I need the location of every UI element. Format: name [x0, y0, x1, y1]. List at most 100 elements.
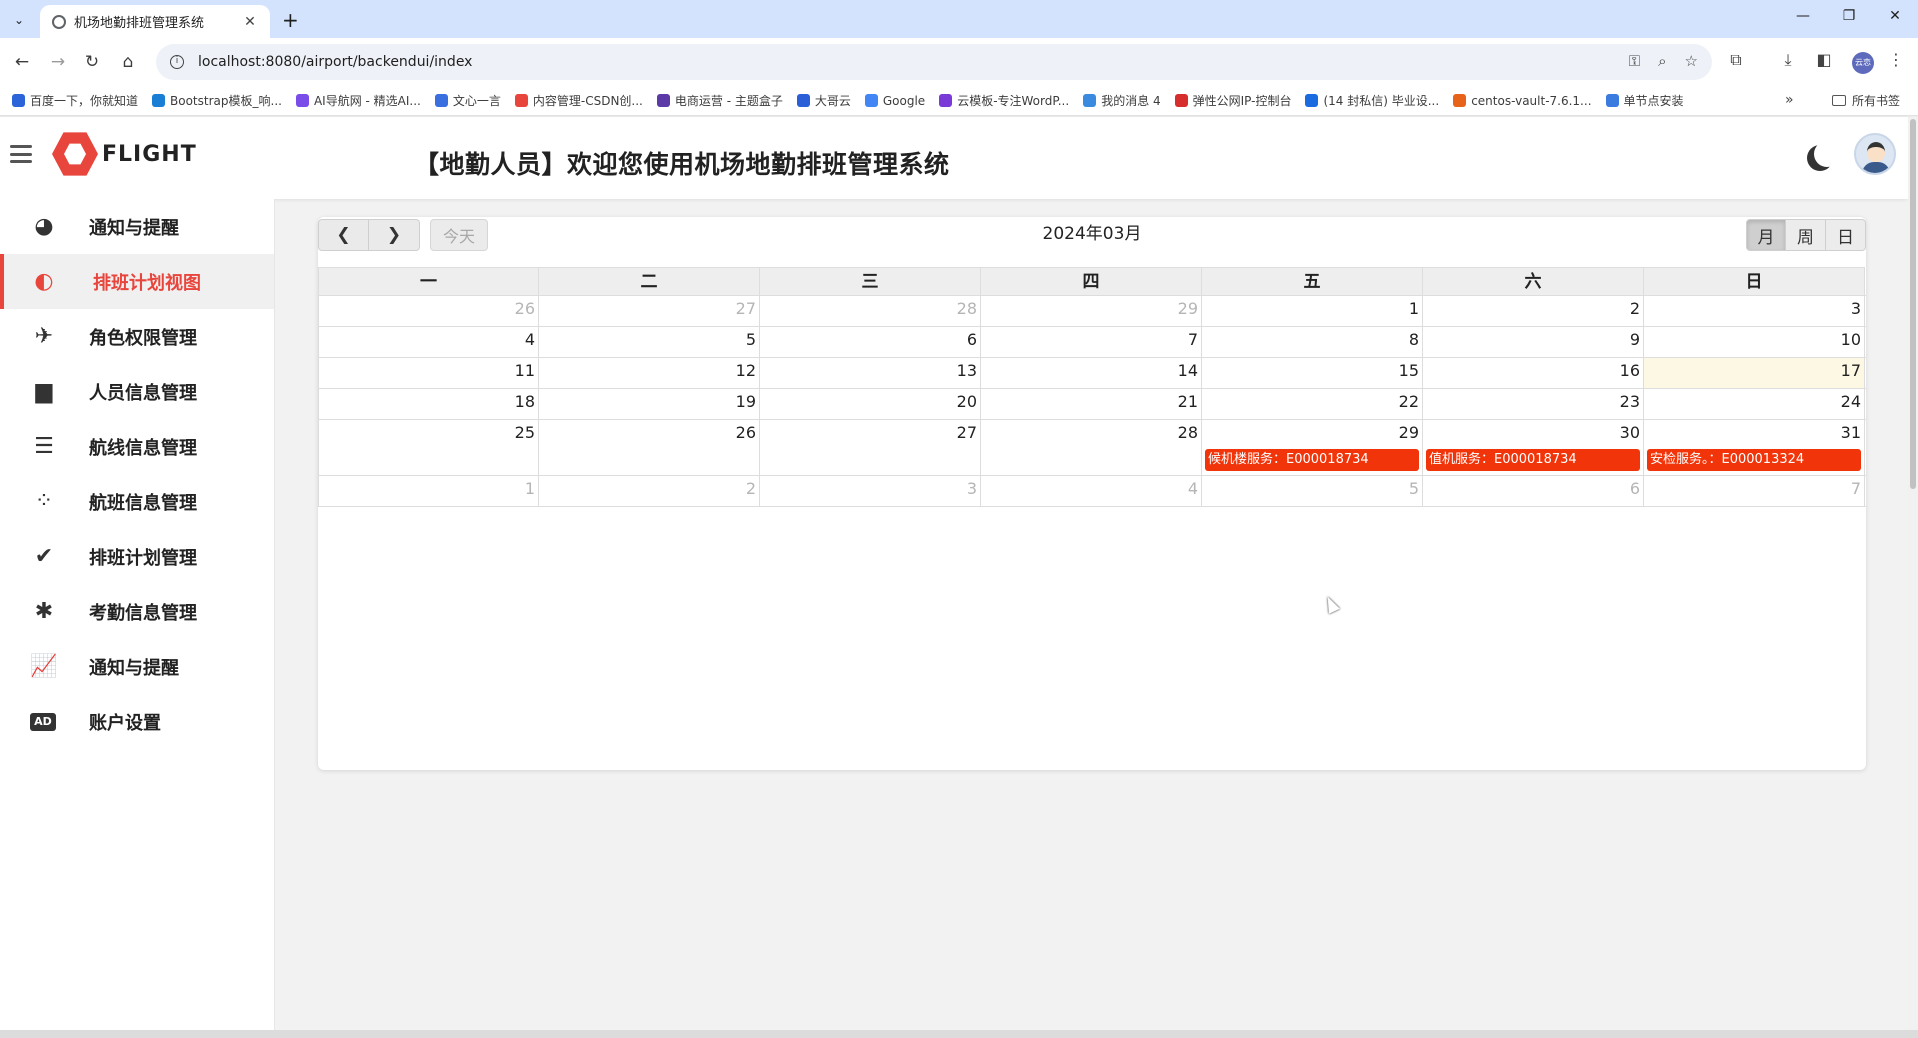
dark-mode-moon-icon[interactable]	[1814, 141, 1840, 167]
sidebar-item[interactable]: ◐ 排班计划视图	[0, 254, 274, 309]
minimize-icon[interactable]: —	[1788, 8, 1818, 24]
day-number[interactable]: 31	[1841, 423, 1861, 442]
day-number[interactable]: 28	[957, 299, 977, 318]
day-number[interactable]: 20	[957, 392, 977, 411]
day-number[interactable]: 7	[1851, 479, 1861, 498]
day-cell[interactable]: 29	[981, 296, 1202, 326]
bookmark-item[interactable]: 内容管理-CSDN创...	[514, 92, 643, 109]
today-button[interactable]: 今天	[430, 219, 488, 251]
day-number[interactable]: 5	[1409, 479, 1419, 498]
day-number[interactable]: 11	[515, 361, 535, 380]
view-day-button[interactable]: 日	[1826, 219, 1866, 251]
day-number[interactable]: 27	[957, 423, 977, 442]
schedule-event[interactable]: 候机楼服务：E000018734	[1205, 449, 1419, 471]
sidebar-item[interactable]: ▆ 人员信息管理	[0, 364, 274, 419]
day-cell[interactable]: 4	[318, 327, 539, 357]
day-number[interactable]: 4	[525, 330, 535, 349]
day-cell[interactable]: 14	[981, 358, 1202, 388]
restore-icon[interactable]: ❐	[1834, 8, 1864, 24]
day-cell[interactable]: 23	[1423, 389, 1644, 419]
day-number[interactable]: 15	[1399, 361, 1419, 380]
view-month-button[interactable]: 月	[1746, 219, 1786, 251]
day-number[interactable]: 5	[746, 330, 756, 349]
bookmark-item[interactable]: AI导航网 - 精选AI...	[295, 92, 421, 109]
day-number[interactable]: 16	[1620, 361, 1640, 380]
day-cell[interactable]: 12	[539, 358, 760, 388]
day-cell[interactable]: 9	[1423, 327, 1644, 357]
prev-month-button[interactable]: ❮	[318, 219, 369, 251]
day-number[interactable]: 13	[957, 361, 977, 380]
day-cell[interactable]: 15	[1202, 358, 1423, 388]
sidebar-item[interactable]: ◕ 通知与提醒	[0, 199, 274, 254]
browser-tab[interactable]: 机场地勤排班管理系统 ✕	[40, 5, 270, 38]
schedule-event[interactable]: 安检服务。：E000013324	[1647, 449, 1861, 471]
bookmark-item[interactable]: 文心一言	[434, 92, 501, 109]
day-cell[interactable]: 7	[981, 327, 1202, 357]
sidebar-item[interactable]: AD 账户设置	[0, 694, 274, 749]
site-info-icon[interactable]: i	[170, 55, 184, 69]
day-number[interactable]: 25	[515, 423, 535, 442]
day-number[interactable]: 2	[1630, 299, 1640, 318]
day-cell[interactable]: 24	[1644, 389, 1865, 419]
home-icon[interactable]: ⌂	[116, 50, 140, 74]
day-cell[interactable]: 30 值机服务：E000018734	[1423, 420, 1644, 475]
bookmark-item[interactable]: 云模板-专注WordP...	[939, 92, 1069, 109]
sidebar-item[interactable]: ✈ 角色权限管理	[0, 309, 274, 364]
back-icon[interactable]: ←	[10, 50, 34, 74]
day-number[interactable]: 12	[736, 361, 756, 380]
bookmarks-overflow-icon[interactable]: »	[1785, 92, 1794, 108]
scroll-thumb[interactable]	[1910, 119, 1916, 489]
all-bookmarks-button[interactable]: 所有书签	[1832, 92, 1900, 109]
bookmark-item[interactable]: Google	[864, 94, 925, 108]
user-avatar[interactable]	[1854, 133, 1896, 175]
sidebar-item[interactable]: ☰ 航线信息管理	[0, 419, 274, 474]
close-tab-icon[interactable]: ✕	[242, 14, 258, 30]
day-cell[interactable]: 31 安检服务。：E000013324	[1644, 420, 1865, 475]
day-number[interactable]: 26	[736, 423, 756, 442]
day-cell[interactable]: 3	[1644, 296, 1865, 326]
day-cell[interactable]: 11	[318, 358, 539, 388]
day-number[interactable]: 28	[1178, 423, 1198, 442]
bookmark-item[interactable]: (14 封私信) 毕业设...	[1305, 92, 1439, 109]
day-cell[interactable]: 25	[318, 420, 539, 475]
day-cell[interactable]: 3	[760, 476, 981, 506]
sidebar-item[interactable]: ✱ 考勤信息管理	[0, 584, 274, 639]
sidebar-item[interactable]: 📈 通知与提醒	[0, 639, 274, 694]
page-scrollbar[interactable]	[1908, 117, 1918, 1030]
day-number[interactable]: 7	[1188, 330, 1198, 349]
day-cell[interactable]: 6	[1423, 476, 1644, 506]
day-cell[interactable]: 10	[1644, 327, 1865, 357]
zoom-icon[interactable]: ⌕	[1658, 52, 1666, 70]
day-number[interactable]: 6	[1630, 479, 1640, 498]
extensions-icon[interactable]: ⧉	[1724, 50, 1748, 70]
day-number[interactable]: 10	[1841, 330, 1861, 349]
next-month-button[interactable]: ❯	[369, 219, 420, 251]
day-cell[interactable]: 18	[318, 389, 539, 419]
day-number[interactable]: 19	[736, 392, 756, 411]
day-number[interactable]: 8	[1409, 330, 1419, 349]
day-cell[interactable]: 20	[760, 389, 981, 419]
day-number[interactable]: 21	[1178, 392, 1198, 411]
day-number[interactable]: 29	[1399, 423, 1419, 442]
day-number[interactable]: 6	[967, 330, 977, 349]
day-cell[interactable]: 19	[539, 389, 760, 419]
bookmark-item[interactable]: Bootstrap模板_响...	[152, 92, 282, 109]
bookmark-item[interactable]: 百度一下，你就知道	[12, 92, 138, 109]
day-number[interactable]: 27	[736, 299, 756, 318]
day-number[interactable]: 3	[967, 479, 977, 498]
day-number[interactable]: 22	[1399, 392, 1419, 411]
reload-icon[interactable]: ↻	[80, 50, 104, 74]
hamburger-menu-icon[interactable]	[10, 145, 32, 163]
day-number[interactable]: 24	[1841, 392, 1861, 411]
day-cell[interactable]: 1	[1202, 296, 1423, 326]
star-icon[interactable]: ☆	[1685, 52, 1698, 70]
menu-kebab-icon[interactable]: ⋮	[1884, 50, 1908, 69]
close-window-icon[interactable]: ✕	[1880, 8, 1910, 24]
day-cell[interactable]: 6	[760, 327, 981, 357]
download-icon[interactable]: ⤓	[1776, 50, 1800, 70]
day-cell[interactable]: 22	[1202, 389, 1423, 419]
bookmark-item[interactable]: 弹性公网IP-控制台	[1174, 92, 1291, 109]
day-cell[interactable]: 5	[539, 327, 760, 357]
bookmark-item[interactable]: 单节点安装	[1605, 92, 1684, 109]
day-number[interactable]: 2	[746, 479, 756, 498]
